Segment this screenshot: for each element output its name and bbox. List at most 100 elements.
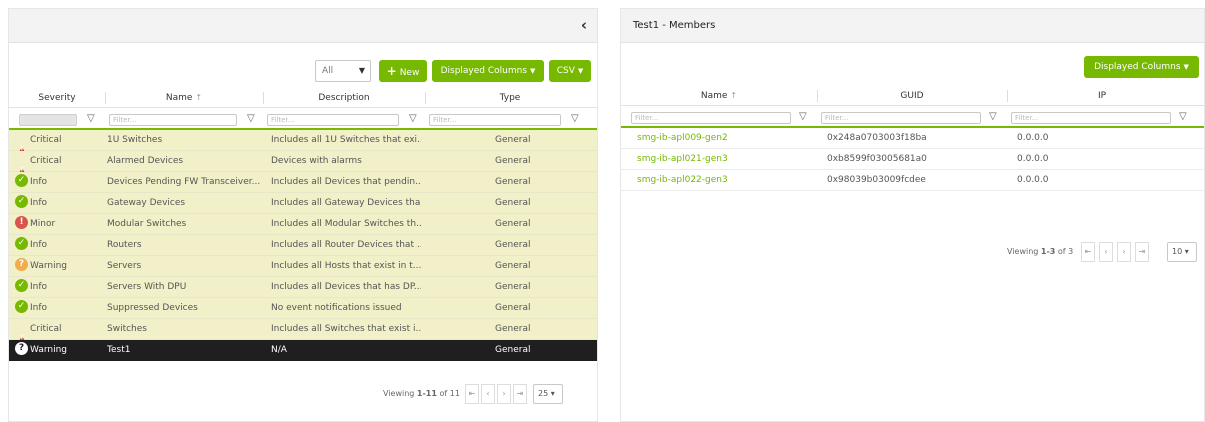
table-row[interactable]: ! Critical Alarmed Devices Devices with ala…: [9, 151, 597, 172]
critical-triangle-icon: !: [15, 132, 29, 151]
severity-cell: ! Critical: [15, 319, 105, 340]
column-header-description[interactable]: Description: [263, 88, 425, 108]
description-cell: No event notifications issued: [271, 303, 402, 313]
severity-cell: ? Warning: [15, 340, 105, 361]
column-header-guid[interactable]: GUID: [817, 86, 1007, 106]
table-row[interactable]: ! Critical Switches Includes all Switches t…: [9, 319, 597, 340]
table-row[interactable]: ! Minor Modular Switches Includes all Modul…: [9, 214, 597, 235]
member-name-link[interactable]: smg-ib-apl009-gen2: [637, 128, 807, 149]
table-row[interactable]: ✓ Info Suppressed Devices No event notifica…: [9, 298, 597, 319]
severity-cell: ! Critical: [15, 151, 105, 172]
name-filter-input[interactable]: Filter...: [109, 114, 237, 126]
next-page-button[interactable]: ›: [1117, 242, 1131, 262]
page-size-select[interactable]: 10 ▾: [1167, 242, 1197, 262]
table-row[interactable]: smg-ib-apl009-gen2 0x248a0703003f18ba 0.0.…: [621, 128, 1204, 149]
page-size-select[interactable]: 25 ▾: [533, 384, 563, 404]
sort-asc-icon: ↑: [195, 93, 203, 102]
first-page-button[interactable]: ⇤: [465, 384, 479, 404]
name-cell: 1U Switches: [107, 135, 163, 145]
table-row[interactable]: smg-ib-apl022-gen3 0x98039b03009fcdee 0.0.…: [621, 170, 1204, 191]
description-cell: Includes all Router Devices that ...: [271, 240, 421, 250]
displayed-columns-button[interactable]: Displayed Columns ▼: [432, 60, 544, 82]
table-row[interactable]: smg-ib-apl021-gen3 0xb8599f03005681a0 0.0.…: [621, 149, 1204, 170]
guid-cell: 0xb8599f03005681a0: [827, 154, 927, 164]
filter-icon[interactable]: ▽: [571, 113, 579, 124]
table-row[interactable]: ✓ Info Servers With DPU Includes all Device…: [9, 277, 597, 298]
displayed-columns-label: Displayed Columns: [440, 66, 528, 76]
caret-down-icon: ▼: [1183, 63, 1189, 71]
chevron-down-icon: ▼: [358, 66, 365, 75]
next-page-button[interactable]: ›: [497, 384, 511, 404]
column-header-ip[interactable]: IP: [1007, 86, 1197, 106]
prev-page-button[interactable]: ‹: [481, 384, 495, 404]
type-filter-input[interactable]: Filter...: [429, 114, 561, 126]
table-body: ! Critical 1U Switches Includes all 1U Swit…: [9, 130, 597, 361]
severity-cell: ✓ Info: [15, 172, 105, 193]
first-page-button[interactable]: ⇤: [1081, 242, 1095, 262]
severity-cell: ! Minor: [15, 214, 105, 235]
prev-page-button[interactable]: ‹: [1099, 242, 1113, 262]
filter-icon[interactable]: ▽: [799, 111, 807, 122]
viewing-label: Viewing 1-11 of 11: [383, 389, 460, 398]
description-cell: Includes all Switches that exist i...: [271, 324, 421, 334]
filter-icon[interactable]: ▽: [247, 113, 255, 124]
info-check-icon: ✓: [15, 237, 28, 250]
table-row[interactable]: ! Critical 1U Switches Includes all 1U Swit…: [9, 130, 597, 151]
table-row[interactable]: ✓ Info Routers Includes all Router Devices …: [9, 235, 597, 256]
csv-button[interactable]: CSV ▼: [549, 60, 591, 82]
table-header-row: Severity Name ↑ Description Type: [9, 88, 597, 108]
severity-cell: ✓ Info: [15, 235, 105, 256]
type-cell: General: [495, 135, 531, 145]
member-name-link[interactable]: smg-ib-apl021-gen3: [637, 149, 807, 170]
ip-filter-input[interactable]: Filter...: [1011, 112, 1171, 124]
sort-asc-icon: ↑: [730, 91, 738, 100]
member-name-link[interactable]: smg-ib-apl022-gen3: [637, 170, 807, 191]
new-button[interactable]: + New: [379, 60, 427, 82]
name-cell: Alarmed Devices: [107, 156, 184, 166]
name-cell: Test1: [107, 345, 131, 355]
table-row[interactable]: ✓ Info Devices Pending FW Transceiver... In…: [9, 172, 597, 193]
column-header-name[interactable]: Name ↑: [621, 86, 817, 106]
collapse-panel-icon[interactable]: ‹: [581, 18, 587, 33]
name-cell: Modular Switches: [107, 219, 187, 229]
guid-filter-input[interactable]: Filter...: [821, 112, 981, 124]
last-page-button[interactable]: ⇥: [513, 384, 527, 404]
displayed-columns-button[interactable]: Displayed Columns ▼: [1084, 56, 1199, 78]
right-pager: Viewing 1-3 of 3 ⇤ ‹ › ⇥ 10 ▾: [1007, 242, 1203, 262]
guid-cell: 0x248a0703003f18ba: [827, 133, 927, 143]
severity-cell: ✓ Info: [15, 298, 105, 319]
severity-filter-dropdown[interactable]: [19, 114, 77, 126]
chevron-down-icon: ▾: [1184, 247, 1189, 256]
displayed-columns-label: Displayed Columns: [1094, 62, 1181, 72]
filter-icon[interactable]: ▽: [409, 113, 417, 124]
table-row[interactable]: ✓ Info Gateway Devices Includes all Gateway…: [9, 193, 597, 214]
info-check-icon: ✓: [15, 300, 28, 313]
name-filter-input[interactable]: Filter...: [631, 112, 791, 124]
column-header-name[interactable]: Name ↑: [105, 88, 263, 108]
last-page-button[interactable]: ⇥: [1135, 242, 1149, 262]
type-cell: General: [495, 177, 531, 187]
severity-cell: ✓ Info: [15, 193, 105, 214]
filter-icon[interactable]: ▽: [87, 113, 95, 124]
filter-icon[interactable]: ▽: [1179, 111, 1187, 122]
ip-cell: 0.0.0.0: [1017, 133, 1049, 143]
severity-cell: ✓ Info: [15, 277, 105, 298]
type-cell: General: [495, 261, 531, 271]
device-groups-table: Severity Name ↑ Description Type ▽ Filter…: [9, 88, 597, 361]
filter-icon[interactable]: ▽: [989, 111, 997, 122]
description-filter-input[interactable]: Filter...: [267, 114, 399, 126]
column-header-severity[interactable]: Severity: [9, 88, 105, 108]
group-filter-select[interactable]: All ▼: [315, 60, 371, 82]
type-cell: General: [495, 282, 531, 292]
name-cell: Gateway Devices: [107, 198, 186, 208]
name-cell: Routers: [107, 240, 142, 250]
column-header-type[interactable]: Type: [425, 88, 595, 108]
critical-triangle-icon: !: [15, 321, 29, 340]
csv-button-label: CSV: [556, 66, 575, 76]
name-cell: Servers With DPU: [107, 282, 187, 292]
table-row[interactable]: ? Warning Servers Includes all Hosts that e…: [9, 256, 597, 277]
table-row[interactable]: ? Warning Test1 N/A General: [9, 340, 597, 361]
description-cell: Includes all Devices that has DP...: [271, 282, 421, 292]
type-cell: General: [495, 219, 531, 229]
name-cell: Suppressed Devices: [107, 303, 198, 313]
